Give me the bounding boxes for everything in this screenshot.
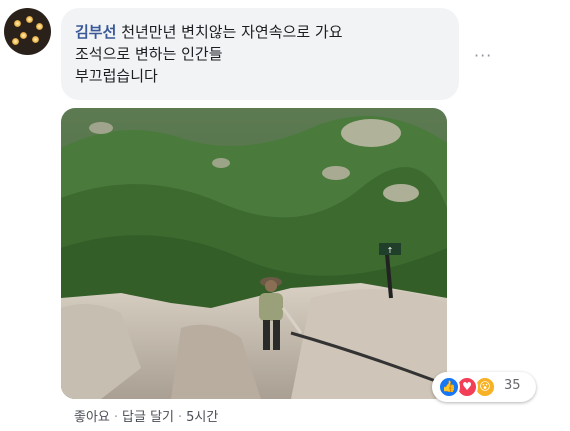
avatar[interactable]: [4, 8, 51, 55]
comment-line-2: 조석으로 변하는 인간들: [75, 45, 223, 63]
comment-actions: 좋아요 · 답글 달기 · 5시간: [74, 406, 218, 425]
more-options-icon[interactable]: ···: [474, 46, 492, 65]
timestamp-link[interactable]: 5시간: [186, 410, 218, 425]
mountain-hiker-photo: ↑: [61, 108, 447, 399]
comment-author-link[interactable]: 김부선: [75, 23, 116, 41]
avatar-light-icon: [32, 36, 39, 43]
comment-bubble: 김부선 천년만년 변치않는 자연속으로 가요 조석으로 변하는 인간들 부끄럽습…: [61, 8, 459, 100]
comment-line-1: 천년만년 변치않는 자연속으로 가요: [121, 23, 343, 41]
reply-link[interactable]: 답글 달기: [122, 410, 174, 425]
avatar-light-icon: [36, 23, 43, 30]
comment-text: 김부선 천년만년 변치않는 자연속으로 가요 조석으로 변하는 인간들 부끄럽습…: [75, 21, 447, 87]
reaction-count: 35: [504, 378, 521, 393]
sign-text: ↑: [387, 246, 394, 255]
avatar-light-icon: [14, 20, 21, 27]
separator: ·: [113, 410, 119, 425]
like-icon: 👍: [438, 376, 460, 398]
avatar-light-icon: [12, 38, 19, 45]
avatar-light-icon: [20, 32, 27, 39]
like-link[interactable]: 좋아요: [74, 410, 110, 425]
separator: ·: [178, 410, 183, 425]
reactions-summary[interactable]: 👍 ♥ 😮 35: [432, 372, 536, 402]
comment-photo[interactable]: ↑: [61, 108, 447, 399]
avatar-light-icon: [26, 16, 33, 23]
comment-line-3: 부끄럽습니다: [75, 67, 158, 85]
